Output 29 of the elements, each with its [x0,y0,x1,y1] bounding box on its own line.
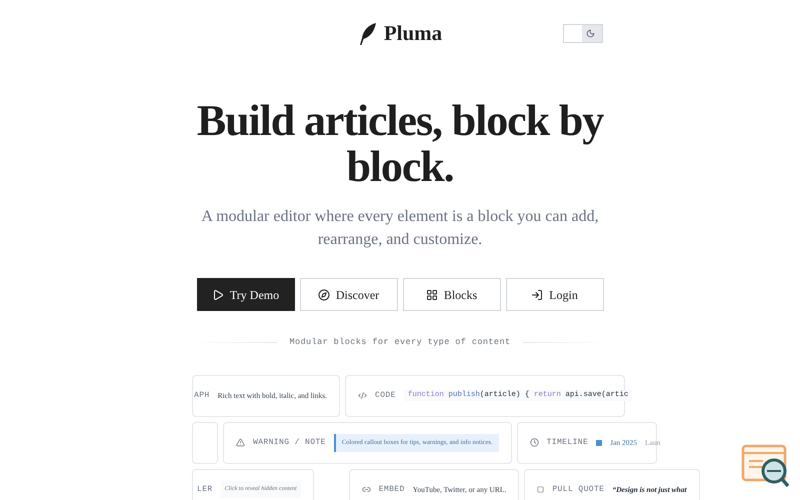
warning-icon [236,438,245,448]
login-icon [531,288,544,300]
action-button[interactable]: Blocks [402,278,500,311]
brand-name: Pluma [384,20,442,48]
play-icon [212,288,224,300]
theme-toggle[interactable] [563,24,603,43]
clock-icon [530,438,539,448]
block-label: TIMELINE [546,436,588,449]
block-label: PULL QUOTE [552,484,604,496]
block-label: CODE [375,390,396,402]
moon-icon [586,29,595,38]
action-button[interactable]: Discover [300,278,398,311]
action-button[interactable]: Try Demo [196,278,294,311]
block-label: APH [194,390,210,402]
compass-icon [318,288,330,300]
feather-icon [358,22,378,46]
block-label: EMBED [378,484,405,496]
block-label: WARNING / NOTE [253,436,326,449]
link-icon [362,485,371,494]
hero-subtitle: A modular editor where every element is a block you can add, rearrange, and customize. [200,207,600,250]
block-label: LER [197,484,213,496]
action-button[interactable]: Login [506,278,604,311]
timeline-marker-icon [596,440,602,446]
hero-title: Build articles, block by block. [196,98,605,190]
inspect-page-icon[interactable] [741,444,791,490]
quote-icon [537,486,544,494]
section-caption: Modular blocks for every type of content [289,336,511,349]
code-icon [358,391,367,400]
grid-icon [426,288,438,300]
